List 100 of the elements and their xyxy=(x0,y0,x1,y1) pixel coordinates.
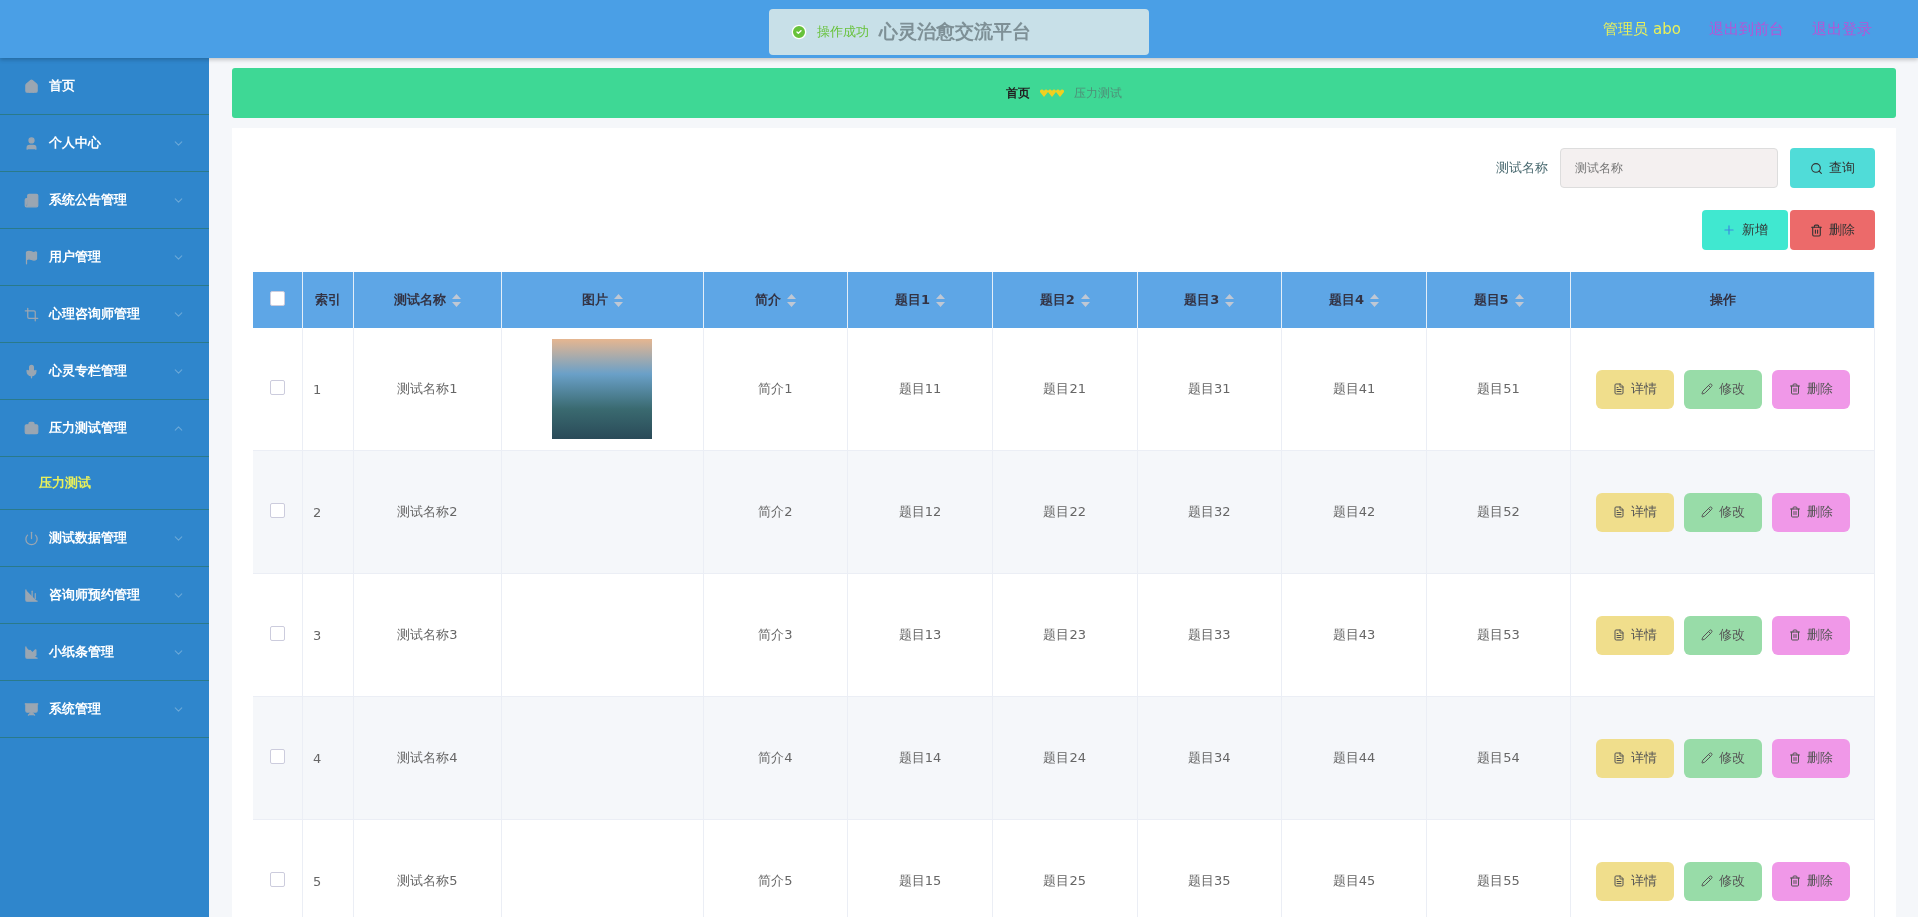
search-field[interactable]: 测试名称 xyxy=(1560,148,1778,188)
row-action-button[interactable]: 删除 xyxy=(1771,738,1850,778)
row-action-button[interactable]: 修改 xyxy=(1683,615,1762,655)
row-action-button[interactable]: 详情 xyxy=(1595,369,1674,409)
table-cell: 测试名称5 xyxy=(397,873,458,888)
breadcrumb-link[interactable]: 首页 xyxy=(1006,84,1030,102)
column-header[interactable]: 图片 xyxy=(501,272,704,328)
row-action-button[interactable]: 删除 xyxy=(1771,861,1850,901)
success-icon xyxy=(791,24,807,40)
table-cell: 题目35 xyxy=(1188,873,1231,888)
table-cell: 测试名称3 xyxy=(397,627,458,642)
hearts-icon xyxy=(1040,89,1064,97)
table-cell: 题目51 xyxy=(1477,381,1520,396)
row-action-button[interactable]: 删除 xyxy=(1771,369,1850,409)
row-checkbox[interactable] xyxy=(270,626,286,641)
trash-icon xyxy=(1788,506,1801,518)
sort-icon xyxy=(936,294,946,307)
column-header[interactable]: 题目2 xyxy=(992,272,1137,328)
menu-icon xyxy=(24,420,39,436)
sort-icon xyxy=(786,294,796,307)
column-header[interactable]: 题目3 xyxy=(1137,272,1282,328)
sidebar-item[interactable]: 咨询师预约管理 xyxy=(0,567,209,624)
row-action-button[interactable]: 详情 xyxy=(1595,492,1674,532)
menu-icon xyxy=(24,701,39,717)
sidebar-item[interactable]: 用户管理 xyxy=(0,229,209,286)
table-cell: 题目52 xyxy=(1477,504,1520,519)
row-checkbox[interactable] xyxy=(270,872,286,887)
table-cell: 测试名称1 xyxy=(397,381,458,396)
table-cell: 题目24 xyxy=(1043,750,1086,765)
sidebar-item[interactable]: 心灵专栏管理 xyxy=(0,343,209,400)
table-cell: 题目54 xyxy=(1477,750,1520,765)
sort-icon xyxy=(1514,294,1524,307)
table-cell: 题目23 xyxy=(1043,627,1086,642)
row-checkbox[interactable] xyxy=(270,380,286,395)
sort-icon xyxy=(613,294,623,307)
row-action-button[interactable]: 修改 xyxy=(1683,861,1762,901)
column-header[interactable]: 测试名称 xyxy=(353,272,502,328)
menu-icon xyxy=(24,192,39,208)
table-cell: 简介1 xyxy=(758,381,793,396)
table-cell: 题目55 xyxy=(1477,873,1520,888)
sidebar-item[interactable]: 首页 xyxy=(0,58,209,115)
sidebar-item[interactable]: 测试数据管理 xyxy=(0,510,209,567)
table-cell: 1 xyxy=(313,381,322,397)
menu-icon xyxy=(24,363,39,379)
sidebar-item[interactable]: 系统管理 xyxy=(0,681,209,738)
user-name: 管理员 abo xyxy=(1603,19,1681,39)
sidebar-item[interactable]: 心理咨询师管理 xyxy=(0,286,209,343)
column-header[interactable]: 题目4 xyxy=(1281,272,1427,328)
row-action-button[interactable]: 详情 xyxy=(1595,615,1674,655)
document-icon xyxy=(1612,629,1625,641)
row-action-button[interactable]: 详情 xyxy=(1595,861,1674,901)
column-header[interactable]: 题目5 xyxy=(1426,272,1571,328)
column-header[interactable]: 题目1 xyxy=(847,272,993,328)
table-cell: 题目21 xyxy=(1043,381,1086,396)
row-action-button[interactable]: 修改 xyxy=(1683,369,1762,409)
row-action-button[interactable]: 修改 xyxy=(1683,738,1762,778)
table-cell: 题目45 xyxy=(1332,873,1376,888)
row-action-button[interactable]: 删除 xyxy=(1771,615,1850,655)
column-header: 操作 xyxy=(1570,272,1875,328)
sidebar-item[interactable]: 小纸条管理 xyxy=(0,624,209,681)
row-action-button[interactable]: 详情 xyxy=(1595,738,1674,778)
sort-icon xyxy=(1080,294,1090,307)
menu-icon xyxy=(24,78,39,94)
row-action-button[interactable]: 删除 xyxy=(1771,492,1850,532)
menu-icon xyxy=(24,644,39,660)
document-icon xyxy=(1612,752,1625,764)
table-cell: 4 xyxy=(313,750,322,766)
table-cell: 题目22 xyxy=(1043,504,1086,519)
column-header[interactable]: 简介 xyxy=(703,272,848,328)
row-checkbox[interactable] xyxy=(270,503,286,518)
document-icon xyxy=(1612,506,1625,518)
sidebar-item[interactable]: 系统公告管理 xyxy=(0,172,209,229)
trash-icon xyxy=(1788,383,1801,395)
query-button[interactable]: 查询 xyxy=(1790,148,1875,188)
column-header: 索引 xyxy=(302,272,354,328)
select-all-checkbox[interactable] xyxy=(270,291,286,306)
toast-message: 操作成功 xyxy=(817,23,869,41)
pencil-icon xyxy=(1700,752,1713,764)
menu-icon xyxy=(24,306,39,322)
table-cell: 题目33 xyxy=(1188,627,1231,642)
trash-icon xyxy=(1788,752,1801,764)
sidebar-item[interactable]: 压力测试管理 xyxy=(0,400,209,457)
table-cell: 题目42 xyxy=(1332,504,1376,519)
trash-icon xyxy=(1788,875,1801,887)
delete-button[interactable]: 删除 xyxy=(1790,210,1875,250)
pencil-icon xyxy=(1700,875,1713,887)
table-cell: 3 xyxy=(313,627,322,643)
row-action-button[interactable]: 修改 xyxy=(1683,492,1762,532)
table-cell: 题目31 xyxy=(1188,381,1231,396)
sidebar-subitem[interactable]: 压力测试 xyxy=(0,457,209,510)
sidebar-item[interactable]: 个人中心 xyxy=(0,115,209,172)
table-cell: 测试名称2 xyxy=(397,504,458,519)
menu-icon xyxy=(24,587,39,603)
add-button[interactable]: 新增 xyxy=(1702,210,1788,250)
table-cell: 题目32 xyxy=(1188,504,1231,519)
pencil-icon xyxy=(1700,506,1713,518)
document-icon xyxy=(1612,875,1625,887)
row-checkbox[interactable] xyxy=(270,749,286,764)
table-cell: 测试名称4 xyxy=(397,750,458,765)
breadcrumb-current: 压力测试 xyxy=(1074,84,1122,102)
